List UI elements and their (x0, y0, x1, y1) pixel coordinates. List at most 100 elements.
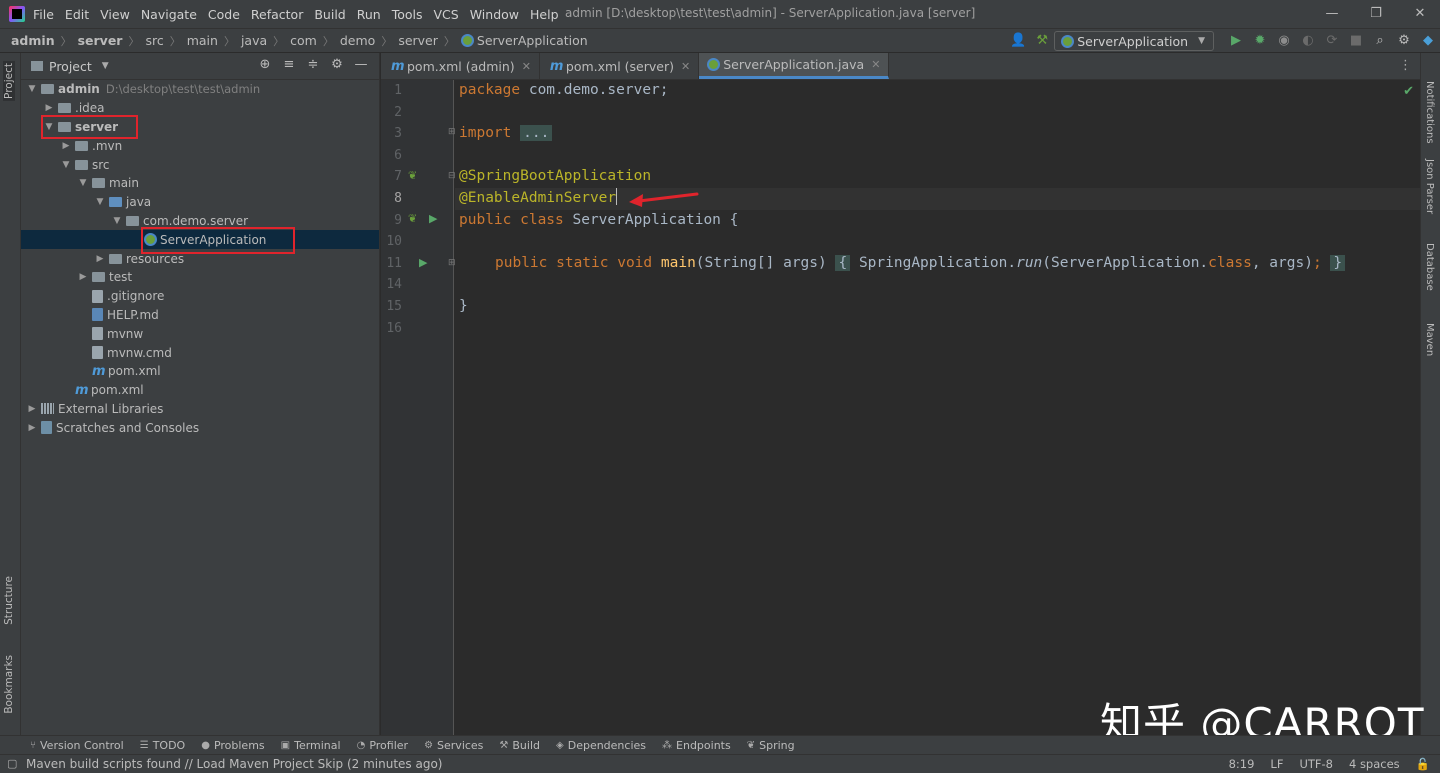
stop-icon[interactable]: ■ (1346, 31, 1366, 51)
indent-setting[interactable]: 4 spaces (1349, 757, 1400, 771)
menu-edit[interactable]: Edit (65, 7, 89, 22)
build-tab[interactable]: ⚒ Build (499, 739, 540, 752)
close-icon[interactable]: ✕ (522, 60, 531, 73)
locate-file-icon[interactable]: ⊕ (253, 57, 277, 72)
breadcrumb-admin[interactable]: admin (11, 33, 55, 48)
tree-item-idea[interactable]: ▶ .idea (21, 99, 379, 118)
code-editor[interactable]: package com.demo.server; import ... @Spr… (455, 80, 1420, 735)
menu-window[interactable]: Window (470, 7, 519, 22)
chevron-down-icon[interactable]: ▼ (110, 216, 124, 226)
tree-item-pom-server[interactable]: m pom.xml (21, 362, 379, 381)
chevron-right-icon[interactable]: ▶ (25, 404, 39, 414)
breadcrumb-java[interactable]: java (241, 33, 267, 48)
tree-item-pom-admin[interactable]: m pom.xml (21, 381, 379, 400)
breadcrumb-main[interactable]: main (187, 33, 218, 48)
chevron-down-icon[interactable]: ▼ (76, 178, 90, 188)
restore-icon[interactable]: ❐ (1366, 4, 1386, 24)
line-separator[interactable]: LF (1270, 757, 1283, 771)
tree-item-test[interactable]: ▶ test (21, 268, 379, 287)
user-icon[interactable]: 👤 (1008, 31, 1028, 51)
search-icon[interactable]: ⌕ (1370, 31, 1390, 51)
breadcrumb-server-application[interactable]: ServerApplication (477, 33, 588, 48)
breadcrumb-demo[interactable]: demo (340, 33, 375, 48)
menu-tools[interactable]: Tools (392, 7, 423, 22)
notifications-tool-tab[interactable]: Notifications (1424, 81, 1435, 144)
endpoints-tab[interactable]: ⁂ Endpoints (662, 739, 731, 752)
toggle-tool-windows-icon[interactable]: ▢ (7, 757, 17, 770)
breadcrumb-com[interactable]: com (290, 33, 317, 48)
chevron-down-icon[interactable]: ▼ (59, 160, 73, 170)
spring-bean-gutter-icon[interactable]: ❦ (408, 212, 417, 225)
tree-item-server-application[interactable]: ServerApplication (21, 230, 379, 250)
chevron-right-icon[interactable]: ▶ (42, 103, 56, 113)
caret-position[interactable]: 8:19 (1229, 757, 1255, 771)
menu-build[interactable]: Build (314, 7, 345, 22)
tree-item-mvnw[interactable]: mvnw (21, 324, 379, 343)
chevron-right-icon[interactable]: ▶ (93, 254, 107, 264)
tab-pom-admin[interactable]: m pom.xml (admin) ✕ (381, 53, 540, 79)
tree-item-mvnw-cmd[interactable]: mvnw.cmd (21, 343, 379, 362)
todo-tab[interactable]: ☰ TODO (140, 739, 185, 752)
tree-item-external-libraries[interactable]: ▶ External Libraries (21, 400, 379, 419)
folded-imports[interactable]: ... (520, 125, 553, 142)
debug-icon[interactable]: ✹ (1250, 31, 1270, 51)
profile-icon[interactable]: ◐ (1298, 31, 1318, 51)
tree-item-scratches[interactable]: ▶ Scratches and Consoles (21, 418, 379, 437)
more-tabs-icon[interactable]: ⋮ (1399, 58, 1412, 73)
run-gutter-icon[interactable]: ▶ (419, 256, 427, 269)
tree-item-admin[interactable]: ▼ admin D:\desktop\test\test\admin (21, 80, 379, 99)
coverage-icon[interactable]: ◉ (1274, 31, 1294, 51)
menu-vcs[interactable]: VCS (434, 7, 459, 22)
minimize-icon[interactable]: — (1322, 4, 1342, 24)
database-tool-tab[interactable]: Database (1424, 243, 1435, 291)
project-tool-tab[interactable]: Project (3, 61, 15, 101)
tree-item-gitignore[interactable]: .gitignore (21, 287, 379, 306)
expand-all-icon[interactable]: ≡ (277, 57, 301, 72)
menu-code[interactable]: Code (208, 7, 240, 22)
collapse-all-icon[interactable]: ≑ (301, 57, 325, 72)
gear-icon[interactable]: ⚙ (1394, 31, 1414, 51)
terminal-tab[interactable]: ▣ Terminal (281, 739, 341, 752)
attach-debugger-icon[interactable]: ⟳ (1322, 31, 1342, 51)
tab-pom-server[interactable]: m pom.xml (server) ✕ (540, 53, 700, 79)
tree-item-java[interactable]: ▼ java (21, 193, 379, 212)
lock-icon[interactable]: 🔓 (1416, 757, 1430, 771)
jetbrains-toolbox-icon[interactable]: ◆ (1418, 31, 1438, 51)
run-gutter-icon[interactable]: ▶ (429, 212, 437, 225)
tree-item-mvn[interactable]: ▶ .mvn (21, 136, 379, 155)
dependencies-tab[interactable]: ◈ Dependencies (556, 739, 646, 752)
breadcrumb-server[interactable]: server (78, 33, 123, 48)
structure-tool-tab[interactable]: Structure (3, 576, 15, 625)
tree-item-main[interactable]: ▼ main (21, 174, 379, 193)
version-control-tab[interactable]: ⑂ Version Control (30, 739, 124, 752)
maven-tool-tab[interactable]: Maven (1424, 323, 1435, 356)
services-tab[interactable]: ⚙ Services (424, 739, 483, 752)
menu-help[interactable]: Help (530, 7, 559, 22)
bookmarks-tool-tab[interactable]: Bookmarks (3, 655, 15, 714)
spring-bean-gutter-icon[interactable]: ❦ (408, 169, 417, 182)
problems-tab[interactable]: ● Problems (201, 739, 264, 752)
tab-server-application[interactable]: ServerApplication.java ✕ (699, 53, 890, 79)
run-icon[interactable]: ▶ (1226, 31, 1246, 51)
tree-item-resources[interactable]: ▶ resources (21, 249, 379, 268)
chevron-right-icon[interactable]: ▶ (59, 141, 73, 151)
spring-tab[interactable]: ❦ Spring (747, 739, 795, 752)
close-window-icon[interactable]: ✕ (1410, 4, 1430, 24)
json-parser-tool-tab[interactable]: Json Parser (1424, 159, 1435, 214)
chevron-right-icon[interactable]: ▶ (76, 272, 90, 282)
hide-panel-icon[interactable]: — (349, 57, 373, 72)
menu-refactor[interactable]: Refactor (251, 7, 303, 22)
menu-run[interactable]: Run (357, 7, 381, 22)
file-encoding[interactable]: UTF-8 (1299, 757, 1333, 771)
chevron-down-icon[interactable]: ▼ (25, 84, 39, 94)
tree-item-help-md[interactable]: HELP.md (21, 306, 379, 325)
status-message[interactable]: Maven build scripts found // Load Maven … (26, 757, 442, 771)
breadcrumb-server-pkg[interactable]: server (398, 33, 438, 48)
tree-item-src[interactable]: ▼ src (21, 155, 379, 174)
close-icon[interactable]: ✕ (871, 58, 880, 71)
menu-navigate[interactable]: Navigate (141, 7, 197, 22)
gear-icon[interactable]: ⚙ (325, 57, 349, 72)
tree-item-server[interactable]: ▼ server (21, 118, 379, 137)
menu-file[interactable]: File (33, 7, 54, 22)
run-configuration-select[interactable]: ServerApplication ▼ (1054, 31, 1214, 51)
